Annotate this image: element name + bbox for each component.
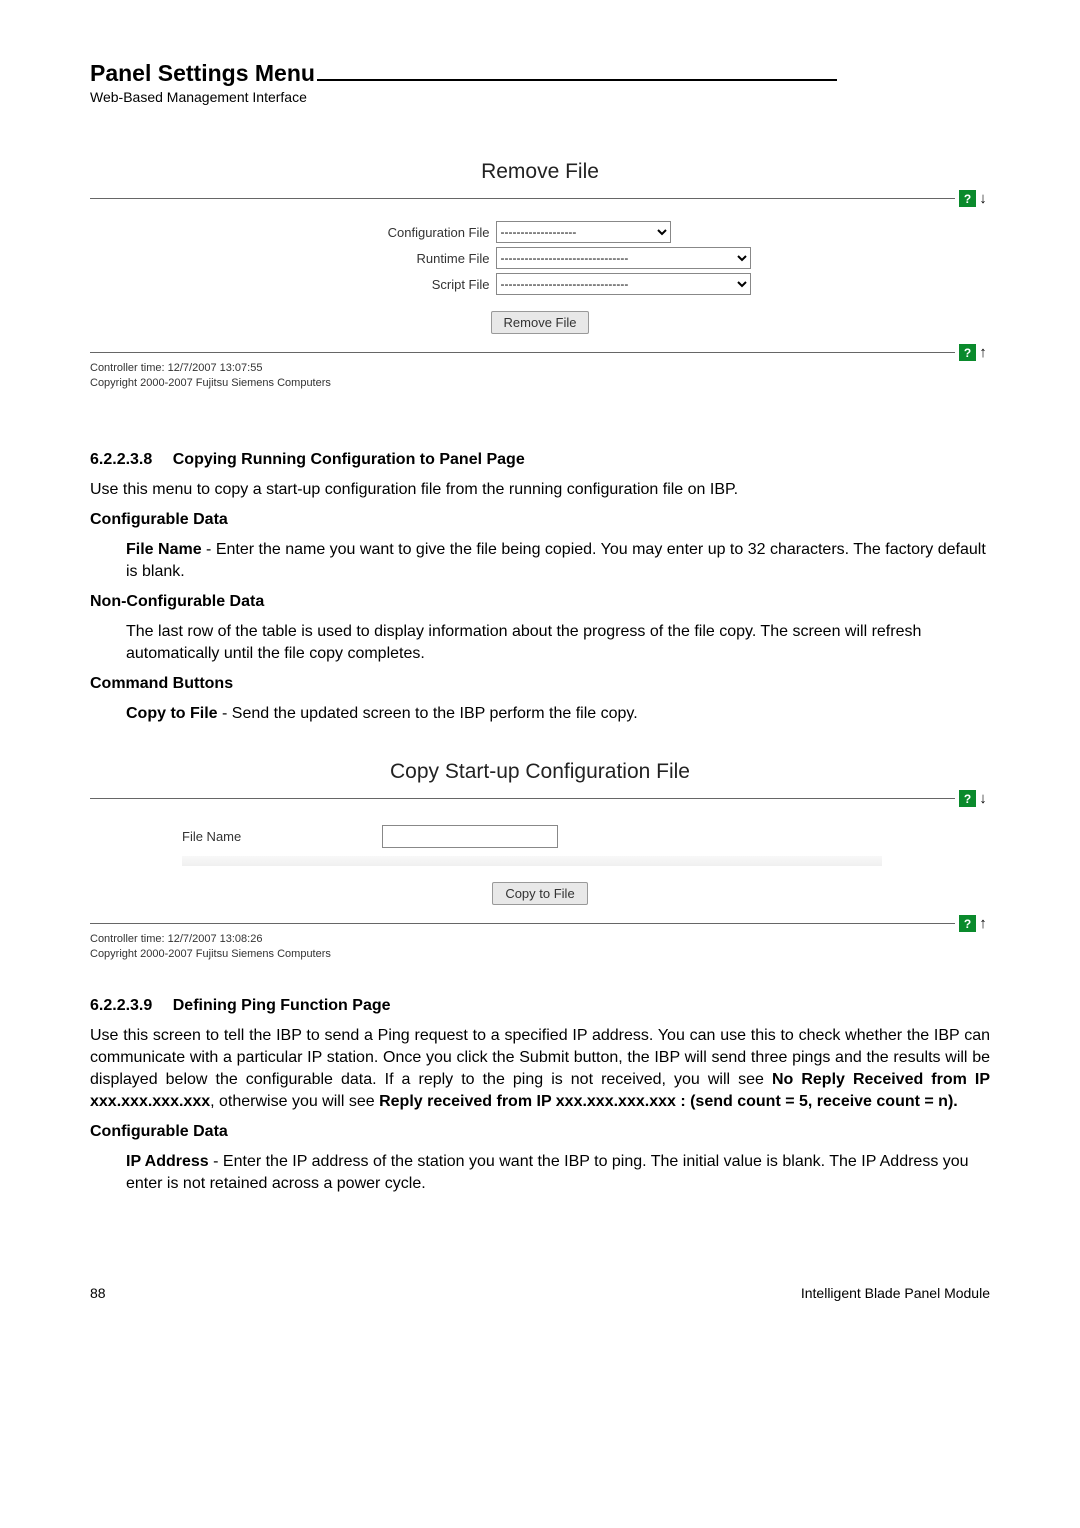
section-639-mid: , otherwise you will see <box>210 1093 379 1110</box>
copy-to-file-desc: Copy to File - Send the updated screen t… <box>126 703 990 725</box>
copy-file-name-input[interactable] <box>382 825 558 848</box>
config-file-select[interactable]: ------------------- <box>496 221 671 243</box>
ip-address-text: - Enter the IP address of the station yo… <box>126 1153 969 1192</box>
header-title: Panel Settings Menu <box>90 60 315 87</box>
header-subtitle: Web-Based Management Interface <box>90 89 990 105</box>
section-638-title: Copying Running Configuration to Panel P… <box>173 451 525 468</box>
config-file-label: Configuration File <box>330 225 496 240</box>
section-638-intro: Use this menu to copy a start-up configu… <box>90 479 990 501</box>
header-rule <box>317 79 837 81</box>
copy-to-file-button[interactable]: Copy to File <box>492 882 587 905</box>
copy-startup-title: Copy Start-up Configuration File <box>90 760 990 784</box>
arrow-up-icon[interactable]: ↑ <box>976 915 990 932</box>
copy-to-file-label: Copy to File <box>126 705 218 722</box>
page-number: 88 <box>90 1285 106 1301</box>
footer-right: Intelligent Blade Panel Module <box>801 1285 990 1301</box>
divider <box>90 198 955 199</box>
panel-shade <box>182 856 882 866</box>
section-639-header: 6.2.2.3.9 Defining Ping Function Page <box>90 997 990 1015</box>
section-639-title: Defining Ping Function Page <box>173 997 391 1014</box>
file-name-desc: File Name - Enter the name you want to g… <box>126 539 990 583</box>
divider <box>90 352 955 353</box>
file-name-label: File Name <box>126 541 202 558</box>
copyright-line: Copyright 2000-2007 Fujitsu Siemens Comp… <box>90 376 990 391</box>
copy-to-file-text: - Send the updated screen to the IBP per… <box>218 705 638 722</box>
section-638-number: 6.2.2.3.8 <box>90 451 152 468</box>
runtime-file-select[interactable]: -------------------------------- <box>496 247 751 269</box>
copyright-line-2: Copyright 2000-2007 Fujitsu Siemens Comp… <box>90 947 990 962</box>
controller-time: Controller time: 12/7/2007 13:07:55 <box>90 361 990 376</box>
section-639-number: 6.2.2.3.9 <box>90 997 152 1014</box>
runtime-file-label: Runtime File <box>330 251 496 266</box>
remove-file-panel: Remove File ? ↓ Configuration File -----… <box>90 160 990 391</box>
arrow-up-icon[interactable]: ↑ <box>976 344 990 361</box>
arrow-down-icon[interactable]: ↓ <box>976 790 990 807</box>
script-file-select[interactable]: -------------------------------- <box>496 273 751 295</box>
arrow-down-icon[interactable]: ↓ <box>976 190 990 207</box>
section-638-header: 6.2.2.3.8 Copying Running Configuration … <box>90 451 990 469</box>
ip-address-desc: IP Address - Enter the IP address of the… <box>126 1151 990 1195</box>
page-header: Panel Settings Menu Web-Based Management… <box>90 60 990 105</box>
remove-file-title: Remove File <box>90 160 990 184</box>
cfg-data-head-638: Configurable Data <box>90 511 990 529</box>
ip-address-label: IP Address <box>126 1153 209 1170</box>
help-icon[interactable]: ? <box>959 344 976 361</box>
script-file-label: Script File <box>330 277 496 292</box>
section-639-intro: Use this screen to tell the IBP to send … <box>90 1025 990 1113</box>
copy-file-name-label: File Name <box>182 829 382 844</box>
noncfg-head-638: Non-Configurable Data <box>90 593 990 611</box>
cmd-head-638: Command Buttons <box>90 675 990 693</box>
divider <box>90 798 955 799</box>
copy-startup-panel: Copy Start-up Configuration File ? ↓ Fil… <box>90 760 990 962</box>
page-footer: 88 Intelligent Blade Panel Module <box>90 1285 990 1301</box>
remove-file-button[interactable]: Remove File <box>491 311 590 334</box>
section-639-bold2: Reply received from IP xxx.xxx.xxx.xxx :… <box>379 1093 958 1110</box>
help-icon[interactable]: ? <box>959 915 976 932</box>
file-name-text: - Enter the name you want to give the fi… <box>126 541 986 580</box>
divider <box>90 923 955 924</box>
help-icon[interactable]: ? <box>959 790 976 807</box>
cfg-data-head-639: Configurable Data <box>90 1123 990 1141</box>
controller-time-2: Controller time: 12/7/2007 13:08:26 <box>90 932 990 947</box>
noncfg-text-638: The last row of the table is used to dis… <box>126 621 990 665</box>
help-icon[interactable]: ? <box>959 190 976 207</box>
